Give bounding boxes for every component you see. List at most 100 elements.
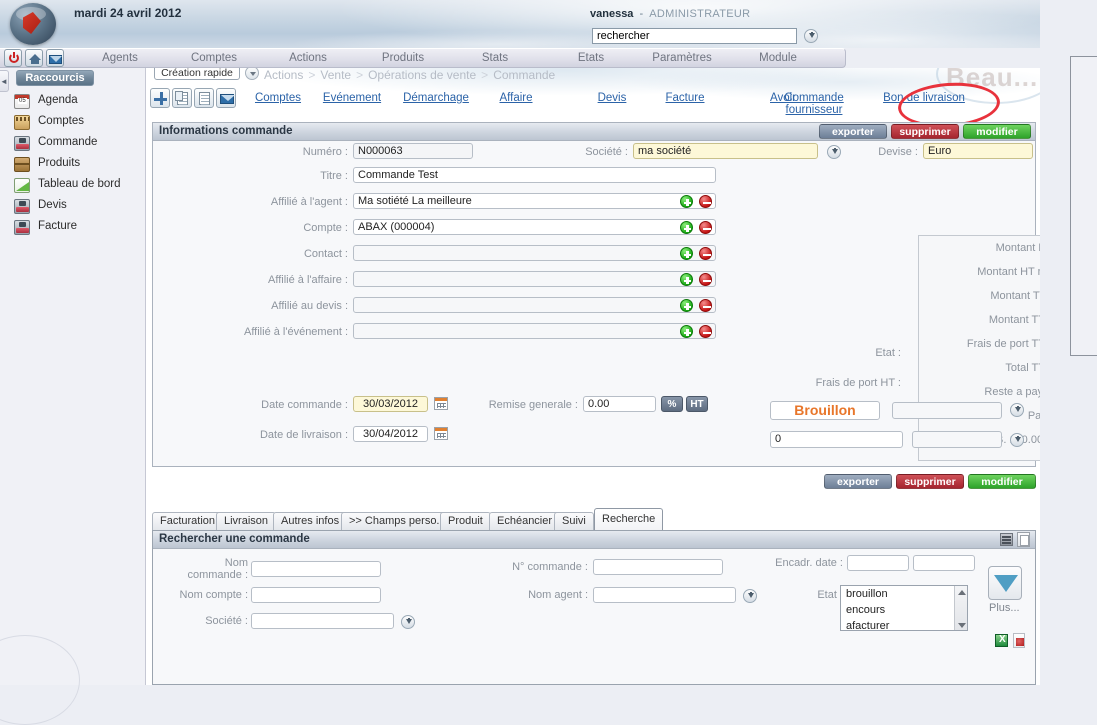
maximize-panel-icon[interactable]: [1017, 532, 1030, 547]
plus-options-button[interactable]: [988, 566, 1022, 600]
nav-item-produits[interactable]: Produits: [366, 52, 440, 64]
etat-select-field[interactable]: [892, 402, 1002, 419]
tab-champsperso[interactable]: >> Champs perso.: [341, 512, 448, 530]
tab-livraison[interactable]: Livraison: [216, 512, 277, 530]
add-evenement-icon[interactable]: [680, 325, 693, 338]
quick-create-button[interactable]: Création rapide: [154, 68, 240, 80]
breadcrumb-item-2[interactable]: Opérations de vente: [368, 68, 476, 82]
frais-port-dropdown-icon[interactable]: [1010, 433, 1024, 447]
breadcrumb-item-0[interactable]: Actions: [264, 68, 303, 82]
add-agent-icon[interactable]: [680, 195, 693, 208]
nav-item-etats[interactable]: Etats: [556, 52, 626, 64]
devis-field[interactable]: [353, 297, 716, 313]
remise-percent-button[interactable]: %: [661, 396, 683, 412]
remove-devis-icon[interactable]: [699, 299, 712, 312]
tab-facturation[interactable]: Facturation: [152, 512, 224, 530]
nav-item-agents[interactable]: Agents: [84, 52, 156, 64]
tab-autresinfos[interactable]: Autres infos: [273, 512, 348, 530]
etat-option-encours[interactable]: encours: [841, 602, 967, 618]
encadr-date-to-input[interactable]: [913, 555, 975, 571]
add-contact-icon[interactable]: [680, 247, 693, 260]
doc-link-affaire[interactable]: Affaire: [488, 92, 544, 104]
nav-item-stats[interactable]: Stats: [460, 52, 530, 64]
sidebar-item-tableaudebord[interactable]: Tableau de bord: [12, 176, 142, 196]
search-input[interactable]: [592, 28, 797, 44]
remove-agent-icon[interactable]: [699, 195, 712, 208]
pdf-export-icon[interactable]: [1013, 633, 1025, 648]
search-dropdown-icon[interactable]: [804, 29, 819, 43]
power-icon[interactable]: [4, 49, 22, 67]
modify-button-bottom[interactable]: modifier: [968, 474, 1036, 489]
tab-suivi[interactable]: Suivi: [554, 512, 594, 530]
doc-link-comptes[interactable]: Comptes: [248, 92, 308, 104]
sidebar-item-produits[interactable]: Produits: [12, 155, 142, 175]
etat-dropdown-icon[interactable]: [1010, 403, 1024, 417]
scroll-up-icon[interactable]: [958, 590, 966, 595]
numero-field[interactable]: N000063: [353, 143, 473, 159]
calendar-picker-livraison-icon[interactable]: [434, 427, 448, 440]
nom-agent-input[interactable]: [593, 587, 736, 603]
evenement-field[interactable]: [353, 323, 716, 339]
etat-value-field[interactable]: Brouillon: [770, 401, 880, 420]
commande-fournisseur-link[interactable]: Commande fournisseur: [772, 92, 856, 116]
remove-contact-icon[interactable]: [699, 247, 712, 260]
tab-echancier[interactable]: Echéancier: [489, 512, 561, 530]
nav-item-comptes[interactable]: Comptes: [178, 52, 250, 64]
compte-field[interactable]: ABAX (000004): [353, 219, 716, 235]
export-button-top[interactable]: exporter: [819, 124, 887, 139]
add-affaire-icon[interactable]: [680, 273, 693, 286]
document-icon[interactable]: [194, 88, 214, 108]
frais-port-select-field[interactable]: [912, 431, 1002, 448]
remise-field[interactable]: 0.00: [583, 396, 656, 412]
nom-commande-input[interactable]: [251, 561, 381, 577]
societe-search-input[interactable]: [251, 613, 394, 629]
contact-field[interactable]: [353, 245, 716, 261]
sidebar-item-comptes[interactable]: Comptes: [12, 113, 142, 133]
encadr-date-from-input[interactable]: [847, 555, 909, 571]
titre-field[interactable]: Commande Test: [353, 167, 716, 183]
frais-port-field[interactable]: 0: [770, 431, 903, 448]
tab-recherche[interactable]: Recherche: [594, 508, 664, 530]
nom-agent-dropdown-icon[interactable]: [743, 589, 757, 603]
affaire-field[interactable]: [353, 271, 716, 287]
sidebar-item-facture[interactable]: Facture: [12, 218, 142, 238]
layout-grid-icon[interactable]: [1000, 533, 1013, 546]
delete-button-bottom[interactable]: supprimer: [896, 474, 964, 489]
add-compte-icon[interactable]: [680, 221, 693, 234]
nav-item-paramtres[interactable]: Paramètres: [638, 52, 726, 64]
etat-option-brouillon[interactable]: brouillon: [841, 586, 967, 602]
sidebar-item-agenda[interactable]: Agenda: [12, 92, 142, 112]
add-icon[interactable]: [150, 88, 170, 108]
delete-button-top[interactable]: supprimer: [891, 124, 959, 139]
sidebar-collapse-icon[interactable]: ◄: [0, 70, 9, 92]
nav-item-actions[interactable]: Actions: [272, 52, 344, 64]
societe-search-dropdown-icon[interactable]: [401, 615, 415, 629]
excel-export-icon[interactable]: [995, 634, 1008, 647]
agent-field[interactable]: Ma sotiété La meilleure: [353, 193, 716, 209]
nom-compte-input[interactable]: [251, 587, 381, 603]
mail-icon[interactable]: [46, 49, 64, 67]
etat-listbox-scrollbar[interactable]: [954, 586, 967, 630]
duplicate-document-icon[interactable]: [172, 88, 192, 108]
doc-link-evnement[interactable]: Evénement: [314, 92, 390, 104]
etat-listbox[interactable]: brouillon encours afacturer: [840, 585, 968, 631]
remove-affaire-icon[interactable]: [699, 273, 712, 286]
remove-evenement-icon[interactable]: [699, 325, 712, 338]
doc-link-facture[interactable]: Facture: [656, 92, 714, 104]
date-livraison-field[interactable]: 30/04/2012: [353, 426, 428, 442]
breadcrumb-item-1[interactable]: Vente: [320, 68, 351, 82]
sidebar-item-commande[interactable]: Commande: [12, 134, 142, 154]
sidebar-item-devis[interactable]: Devis: [12, 197, 142, 217]
export-button-bottom[interactable]: exporter: [824, 474, 892, 489]
nav-item-module[interactable]: Module: [742, 52, 814, 64]
email-icon[interactable]: [216, 88, 236, 108]
etat-option-afacturer[interactable]: afacturer: [841, 618, 967, 630]
date-commande-field[interactable]: 30/03/2012: [353, 396, 428, 412]
breadcrumb-item-3[interactable]: Commande: [493, 68, 555, 82]
scroll-down-icon[interactable]: [958, 623, 966, 628]
devise-field[interactable]: Euro: [923, 143, 1033, 159]
remise-ht-button[interactable]: HT: [686, 396, 708, 412]
add-devis-icon[interactable]: [680, 299, 693, 312]
home-icon[interactable]: [25, 49, 43, 67]
num-commande-input[interactable]: [593, 559, 723, 575]
